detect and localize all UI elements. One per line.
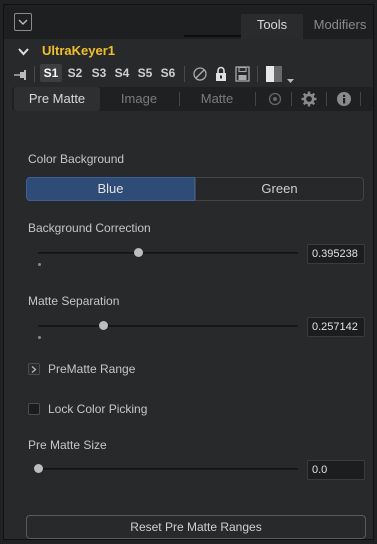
- lock-color-picking-label: Lock Color Picking: [48, 402, 148, 416]
- background-correction-label: Background Correction: [28, 221, 151, 235]
- tab-image[interactable]: Image: [102, 87, 176, 111]
- reset-button-label: Reset Pre Matte Ranges: [130, 520, 262, 534]
- prematte-range-expand-toggle[interactable]: [28, 363, 40, 375]
- tab-tools-label: Tools: [256, 17, 288, 32]
- pre-matte-size-slider-track[interactable]: [38, 468, 298, 470]
- default-value-marker: [38, 336, 41, 339]
- separator: [257, 66, 258, 82]
- node-header[interactable]: UltraKeyer1: [4, 41, 373, 61]
- settings-gear-icon[interactable]: [301, 91, 317, 110]
- separator: [184, 66, 185, 82]
- reset-icon[interactable]: [192, 66, 208, 85]
- version-s3[interactable]: S3: [88, 64, 110, 82]
- inspector-panel: Tools Modifiers UltraKeyer1 S1 S2 S3 S4 …: [3, 4, 374, 540]
- pre-matte-size-label: Pre Matte Size: [28, 438, 107, 452]
- tab-matte[interactable]: Matte: [182, 87, 252, 111]
- color-background-label: Color Background: [28, 152, 125, 166]
- pre-matte-size-value: 0.0: [312, 464, 328, 476]
- version-s6[interactable]: S6: [157, 64, 179, 82]
- separator: [255, 92, 256, 106]
- green-option-label: Green: [261, 181, 298, 196]
- background-correction-input[interactable]: 0.395238: [307, 244, 365, 264]
- spline-icon[interactable]: [268, 91, 282, 110]
- info-icon[interactable]: [336, 91, 352, 110]
- matte-separation-input[interactable]: 0.257142: [307, 317, 365, 337]
- separator: [179, 92, 180, 106]
- chevron-down-icon[interactable]: [18, 45, 29, 59]
- lock-icon[interactable]: [214, 66, 228, 85]
- pin-icon[interactable]: [14, 69, 28, 83]
- collapse-panel-icon[interactable]: [14, 13, 32, 31]
- inspector-top-bar: Tools Modifiers: [4, 5, 373, 39]
- reset-pre-matte-ranges-button[interactable]: Reset Pre Matte Ranges: [26, 515, 366, 539]
- control-page-tabs: Pre Matte Image Matte: [12, 87, 373, 111]
- save-icon[interactable]: [235, 66, 250, 85]
- blue-option-label: Blue: [97, 181, 124, 196]
- separator: [291, 92, 292, 106]
- background-correction-slider-handle[interactable]: [134, 248, 143, 257]
- default-value-marker: [38, 263, 41, 266]
- separator: [360, 92, 361, 106]
- tab-tools[interactable]: Tools: [241, 14, 303, 39]
- matte-separation-label: Matte Separation: [28, 294, 120, 308]
- version-bar: S1 S2 S3 S4 S5 S6: [4, 63, 373, 85]
- background-correction-slider-track[interactable]: [38, 252, 298, 254]
- tab-modifiers[interactable]: Modifiers: [305, 14, 375, 39]
- tab-pre-matte[interactable]: Pre Matte: [14, 87, 100, 111]
- separator: [34, 66, 35, 82]
- tab-image-label: Image: [120, 91, 158, 106]
- prematte-range-label: PreMatte Range: [48, 362, 136, 376]
- version-s5[interactable]: S5: [134, 64, 156, 82]
- color-background-green-button[interactable]: Green: [195, 177, 364, 201]
- matte-separation-slider-track[interactable]: [38, 325, 298, 327]
- version-s4[interactable]: S4: [111, 64, 133, 82]
- tab-pre-matte-label: Pre Matte: [28, 91, 86, 106]
- color-background-blue-button[interactable]: Blue: [26, 177, 195, 201]
- pre-matte-size-slider-handle[interactable]: [34, 464, 43, 473]
- tab-modifiers-label: Modifiers: [313, 17, 367, 32]
- tools-tab-shadow: [184, 35, 241, 37]
- separator: [326, 92, 327, 106]
- version-s1[interactable]: S1: [40, 64, 62, 82]
- tab-matte-label: Matte: [200, 91, 234, 106]
- node-name: UltraKeyer1: [42, 43, 115, 58]
- matte-separation-slider-handle[interactable]: [99, 321, 108, 330]
- lock-color-picking-checkbox[interactable]: [28, 403, 40, 415]
- dropdown-arrow-icon[interactable]: [287, 72, 294, 86]
- background-correction-value: 0.395238: [312, 248, 358, 260]
- version-s2[interactable]: S2: [64, 64, 86, 82]
- color-swatch-icon[interactable]: [266, 66, 282, 82]
- matte-separation-value: 0.257142: [312, 321, 358, 333]
- pre-matte-size-input[interactable]: 0.0: [307, 460, 365, 480]
